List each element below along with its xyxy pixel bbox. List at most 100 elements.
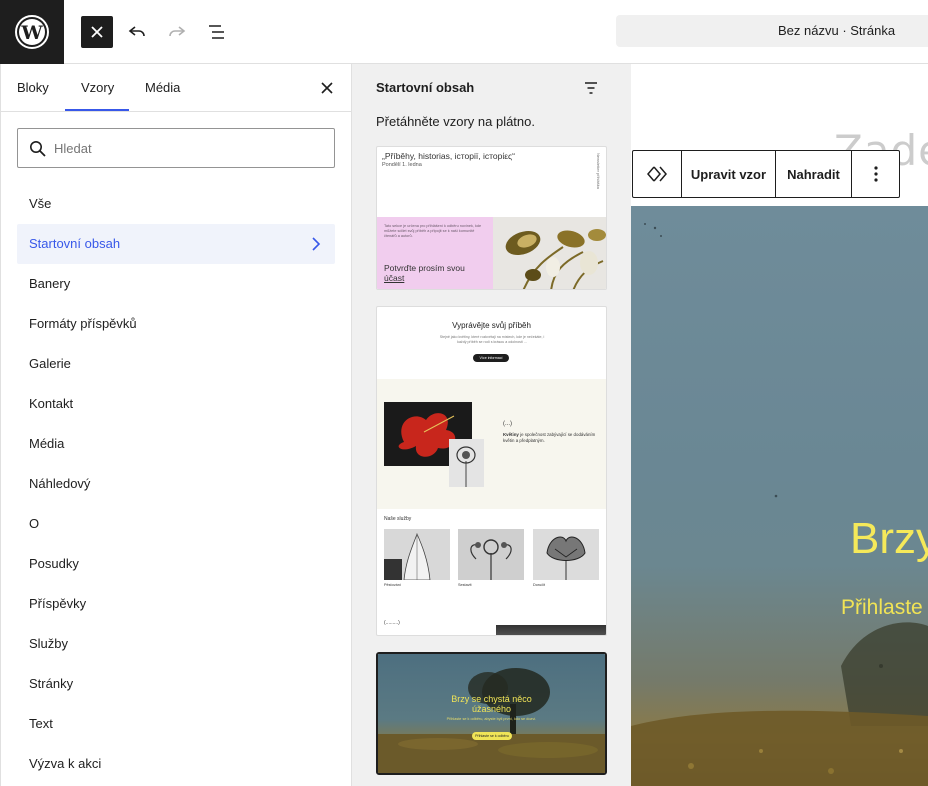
card1-cta-line2: účast bbox=[384, 273, 405, 283]
category-label: Služby bbox=[29, 636, 69, 651]
tab-media[interactable]: Média bbox=[145, 64, 180, 112]
more-options-button[interactable] bbox=[852, 151, 899, 197]
category-label: Posudky bbox=[29, 556, 79, 571]
svg-text:W: W bbox=[20, 22, 43, 44]
card2-heading: Vyprávějte svůj příběh bbox=[452, 321, 531, 330]
card2-service-1-name: Pěstování bbox=[384, 583, 401, 587]
category-startovni-obsah[interactable]: Startovní obsah bbox=[17, 224, 335, 264]
card2-service-2-name: Sestavit bbox=[458, 583, 472, 587]
card2-feature-section: (...) Květiny je společnost zabývající s… bbox=[377, 379, 606, 509]
card2-service-3-name: Doručit bbox=[533, 583, 546, 587]
pattern-category-list: Vše Startovní obsah Banery Formáty přísp… bbox=[17, 184, 335, 784]
wordpress-logo-button[interactable]: W bbox=[0, 0, 64, 64]
category-galerie[interactable]: Galerie bbox=[17, 344, 335, 384]
card2-subtext: Stejně jako květiny, které rozkvétají na… bbox=[439, 335, 545, 344]
filter-icon bbox=[585, 82, 597, 94]
category-label: Vše bbox=[29, 196, 52, 211]
category-label: Banery bbox=[29, 276, 71, 291]
redo-button[interactable] bbox=[161, 16, 193, 48]
category-label: Náhledový bbox=[29, 476, 91, 491]
document-overview-button[interactable] bbox=[201, 16, 233, 48]
card1-flower-image bbox=[493, 217, 606, 289]
category-o[interactable]: O bbox=[17, 504, 335, 544]
card2-service-image-2 bbox=[458, 529, 524, 580]
tab-bloky[interactable]: Bloky bbox=[17, 64, 49, 112]
close-icon bbox=[91, 26, 103, 38]
card2-button[interactable]: Více informací bbox=[473, 354, 509, 362]
card3-title-line2: úžasného bbox=[471, 704, 512, 714]
redo-icon bbox=[169, 26, 186, 37]
close-inserter-button[interactable] bbox=[81, 16, 113, 48]
category-kontakt[interactable]: Kontakt bbox=[17, 384, 335, 424]
card1-side-text: Newsletter přihláška bbox=[596, 153, 601, 190]
card2-footer-mark: (.........) bbox=[384, 620, 400, 626]
category-banery[interactable]: Banery bbox=[17, 264, 335, 304]
pattern-search bbox=[17, 128, 335, 168]
wordpress-icon: W bbox=[15, 15, 49, 49]
card1-date: Pondělí 1. ledna bbox=[382, 162, 422, 168]
category-label: O bbox=[29, 516, 40, 531]
list-view-icon bbox=[209, 25, 224, 39]
editor-canvas: Zade Brzy Přihlaste Upravit vzor Nahradi… bbox=[631, 64, 928, 786]
category-label: Formáty příspěvků bbox=[29, 316, 137, 331]
pattern-block-button[interactable] bbox=[633, 151, 682, 197]
category-label: Příspěvky bbox=[29, 596, 87, 611]
chevron-right-icon bbox=[312, 237, 321, 251]
card2-service-image-3 bbox=[533, 529, 599, 580]
replace-button[interactable]: Nahradit bbox=[776, 151, 852, 197]
card3-title-line1: Brzy se chystá něco bbox=[451, 694, 532, 704]
category-nahledovy[interactable]: Náhledový bbox=[17, 464, 335, 504]
pattern-card-rsvp[interactable]: „Příběhy, historias, історії, історίες“ … bbox=[376, 146, 607, 290]
card2-quote-mark: (...) bbox=[503, 421, 512, 427]
filter-button[interactable] bbox=[583, 80, 599, 101]
card1-body: Tato sekce je určena pro přihlášení k od… bbox=[384, 224, 482, 238]
cover-subtitle-fragment[interactable]: Přihlaste bbox=[841, 596, 923, 620]
cover-title-fragment[interactable]: Brzy bbox=[850, 514, 928, 564]
category-vyzva-k-akci[interactable]: Výzva k akci bbox=[17, 744, 335, 784]
category-posudky[interactable]: Posudky bbox=[17, 544, 335, 584]
tab-vzory[interactable]: Vzory bbox=[81, 64, 114, 112]
card2-services-title: Naše služby bbox=[384, 516, 412, 522]
patterns-help-text: Přetáhněte vzory na plátno. bbox=[376, 114, 535, 129]
category-prispevky[interactable]: Příspěvky bbox=[17, 584, 335, 624]
search-input[interactable] bbox=[54, 129, 324, 167]
block-toolbar: Upravit vzor Nahradit bbox=[632, 150, 900, 198]
category-text[interactable]: Text bbox=[17, 704, 335, 744]
category-label: Text bbox=[29, 716, 53, 731]
card2-sketch-flower-image bbox=[449, 439, 484, 487]
card2-footer-image bbox=[496, 625, 606, 635]
close-panel-button[interactable] bbox=[317, 78, 337, 98]
more-vertical-icon bbox=[873, 166, 878, 182]
editor-header: W Bez názvu · Stránka bbox=[0, 0, 928, 64]
pattern-card-coming-soon[interactable]: Brzy se chystá něco úžasného Přihlaste s… bbox=[376, 652, 607, 775]
inserter-panel: Bloky Vzory Média Vše Startovní obsah Ba… bbox=[0, 64, 352, 786]
card1-pink-block: Tato sekce je určena pro přihlášení k od… bbox=[377, 217, 493, 289]
category-label: Kontakt bbox=[29, 396, 74, 411]
category-label: Média bbox=[29, 436, 65, 451]
card1-heading: „Příběhy, historias, історії, історίες“ bbox=[382, 151, 515, 161]
category-formaty-prispevku[interactable]: Formáty příspěvků bbox=[17, 304, 335, 344]
card2-quote-block: Květiny je společnost zabývající se dodá… bbox=[503, 432, 597, 443]
card1-cta-line1: Potvrďte prosím svou bbox=[384, 263, 465, 273]
inserter-tabs: Bloky Vzory Média bbox=[1, 64, 351, 112]
pattern-card-story[interactable]: Vyprávějte svůj příběh Stejně jako květi… bbox=[376, 306, 607, 636]
category-stranky[interactable]: Stránky bbox=[17, 664, 335, 704]
undo-button[interactable] bbox=[121, 16, 153, 48]
active-tab-indicator bbox=[65, 109, 129, 111]
pattern-explorer: Startovní obsah Přetáhněte vzory na plát… bbox=[352, 64, 631, 786]
card3-button[interactable]: Přihlaste se k odběru bbox=[472, 732, 512, 740]
cover-block[interactable]: Brzy Přihlaste bbox=[631, 206, 928, 786]
category-label: Výzva k akci bbox=[29, 756, 102, 771]
document-title-bar[interactable]: Bez názvu · Stránka bbox=[616, 15, 928, 47]
card2-service-image-1 bbox=[384, 529, 450, 580]
card2-quote-bold: Květiny bbox=[503, 432, 519, 437]
category-label: Stránky bbox=[29, 676, 74, 691]
category-label: Startovní obsah bbox=[29, 236, 121, 251]
category-sluzby[interactable]: Služby bbox=[17, 624, 335, 664]
close-icon bbox=[321, 82, 333, 94]
category-media[interactable]: Média bbox=[17, 424, 335, 464]
edit-pattern-button[interactable]: Upravit vzor bbox=[682, 151, 776, 197]
category-vse[interactable]: Vše bbox=[17, 184, 335, 224]
category-label: Galerie bbox=[29, 356, 71, 371]
synced-pattern-icon bbox=[647, 166, 667, 182]
